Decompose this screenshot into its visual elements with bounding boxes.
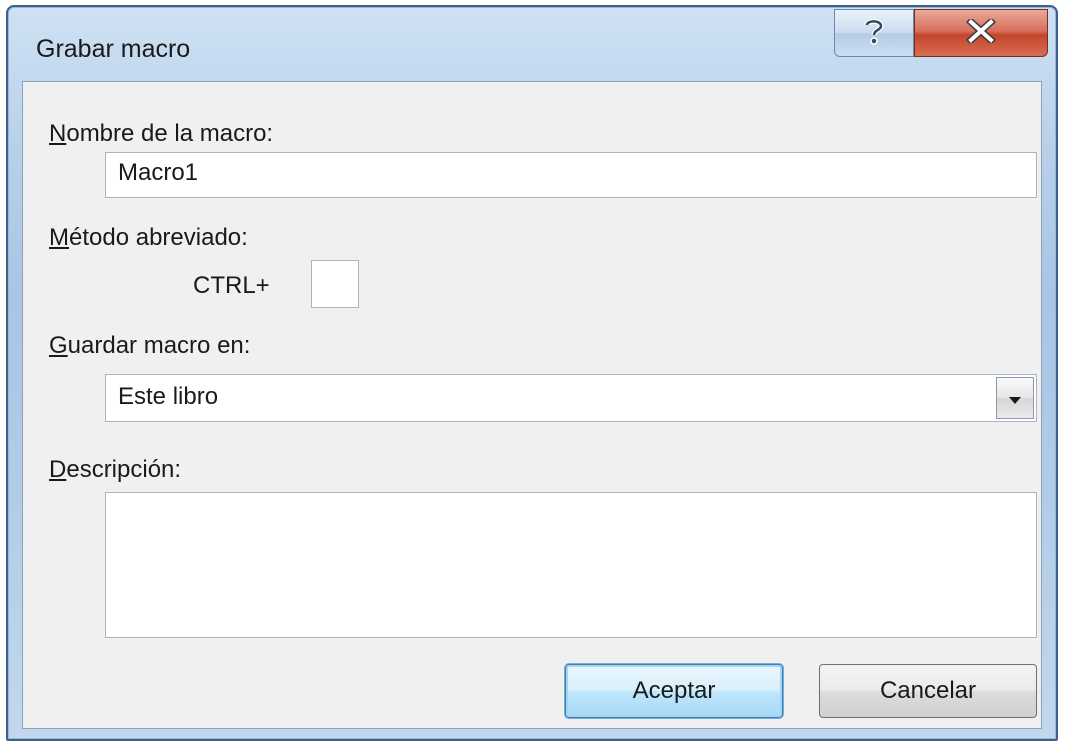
shortcut-label-accesskey: M: [49, 224, 69, 251]
title-bar[interactable]: Grabar macro: [8, 7, 1056, 81]
store-macro-selected-value: Este libro: [118, 383, 219, 410]
store-macro-label-accesskey: G: [49, 332, 68, 359]
shortcut-label: Método abreviado:: [49, 224, 248, 252]
ctrl-prefix-label: CTRL+: [193, 272, 270, 299]
dialog-title: Grabar macro: [36, 35, 191, 63]
macro-name-label-accesskey: N: [49, 120, 67, 147]
store-macro-select[interactable]: Este libro: [105, 374, 1037, 422]
chevron-down-icon: [1007, 384, 1023, 412]
macro-name-input[interactable]: Macro1: [105, 152, 1037, 198]
description-textarea[interactable]: [105, 492, 1037, 638]
macro-name-label: Nombre de la macro:: [49, 120, 273, 148]
close-button[interactable]: [914, 9, 1048, 57]
store-macro-label: Guardar macro en:: [49, 332, 250, 360]
macro-name-label-text: ombre de la macro:: [66, 120, 274, 147]
close-icon: [966, 16, 996, 48]
shortcut-label-text: étodo abreviado:: [69, 224, 248, 251]
help-icon: [863, 17, 885, 50]
dropdown-button[interactable]: [996, 377, 1034, 419]
cancel-button[interactable]: Cancelar: [819, 664, 1037, 718]
ok-button[interactable]: Aceptar: [565, 664, 783, 718]
description-label-text: escripción:: [66, 456, 182, 483]
description-label-accesskey: D: [49, 456, 67, 483]
shortcut-key-input[interactable]: [311, 260, 359, 308]
help-button[interactable]: [834, 9, 914, 57]
dialog-body: Nombre de la macro: Macro1 Método abrevi…: [22, 81, 1042, 729]
store-macro-label-text: uardar macro en:: [67, 332, 251, 359]
description-label: Descripción:: [49, 456, 181, 484]
record-macro-dialog: Grabar macro Nombre de la macro: Macro1 …: [6, 5, 1058, 741]
